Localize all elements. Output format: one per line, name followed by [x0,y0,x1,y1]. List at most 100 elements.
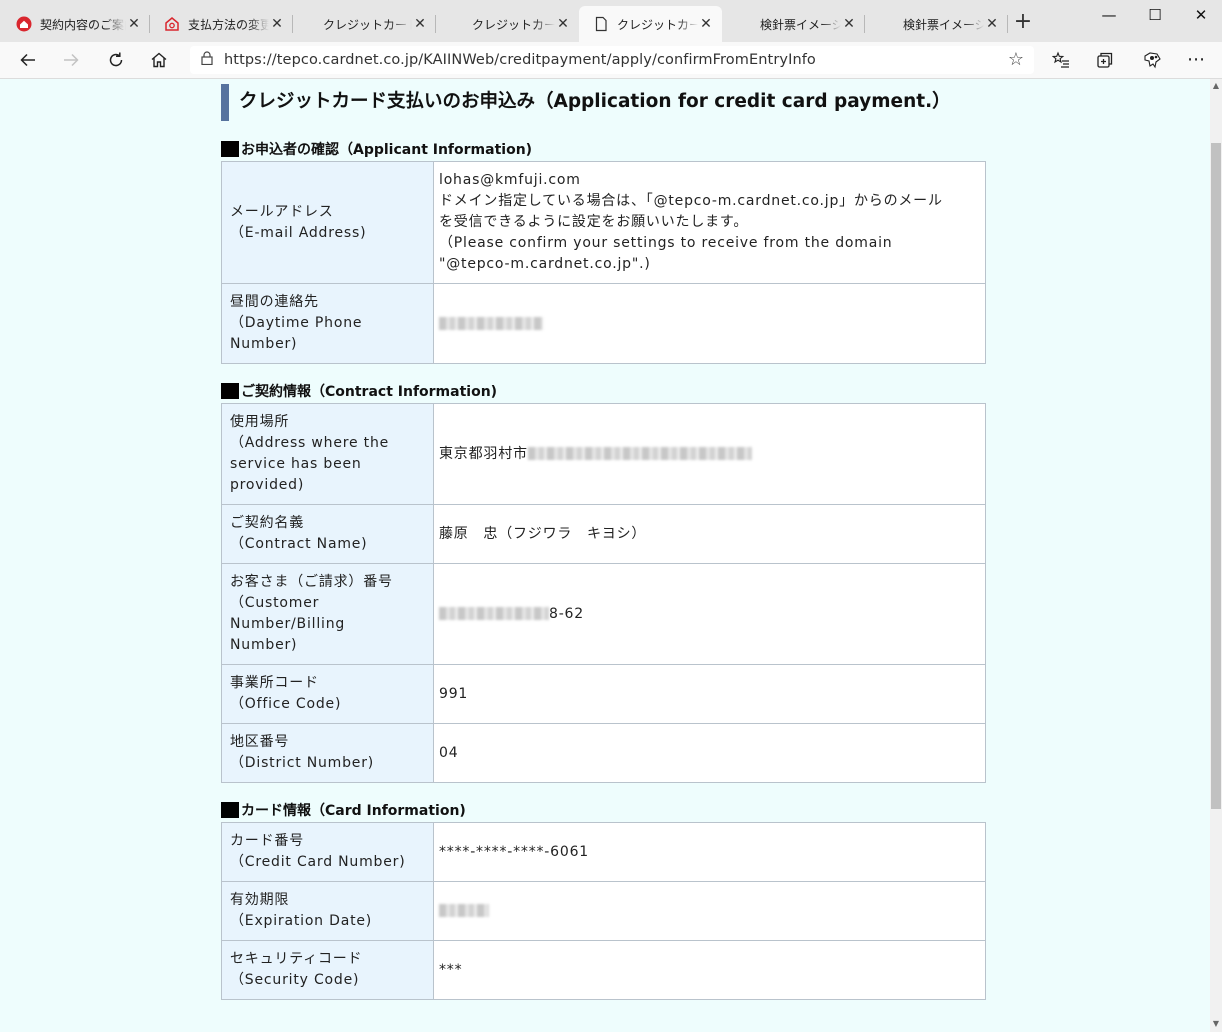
card-number-value: ****-****-****-6061 [433,822,986,882]
tab-strip: 契約内容のご案内 ✕ 支払方法の変更 ✕ クレジットカード支払い ✕ クレジット… [0,0,1222,42]
office-code-value: 991 [433,664,986,724]
window-close-icon[interactable]: ✕ [1178,0,1222,32]
tab-4-title: クレジットカード支払い [472,17,555,32]
card-number-label-en: （Credit Card Number) [230,854,406,870]
district-label-ja: 地区番号 [230,734,290,750]
office-label-ja: 事業所コード [230,675,319,691]
collections-icon[interactable] [1090,45,1120,75]
customer-number-label: お客さま（ご請求）番号 （Customer Number/Billing Num… [221,563,434,665]
tab-1-title: 契約内容のご案内 [40,17,126,32]
new-tab-button[interactable]: + [1010,10,1036,36]
address-toolbar: https://tepco.cardnet.co.jp/KAIINWeb/cre… [0,42,1222,79]
email-note-en-2: "@tepco-m.cardnet.co.jp".) [439,256,651,272]
table-row-district-number: 地区番号 （District Number) 04 [221,723,986,783]
expiry-label-ja: 有効期限 [230,892,290,908]
table-row-card-number: カード番号 （Credit Card Number) ****-****-***… [221,822,986,882]
page-icon [595,16,607,32]
tab-3[interactable]: クレジットカード支払い ✕ [293,6,436,42]
office-label-en: （Office Code) [230,696,342,712]
tepco-home-icon [16,16,32,32]
contract-name-label-ja: ご契約名義 [230,515,304,531]
tab-1[interactable]: 契約内容のご案内 ✕ [2,6,150,42]
security-code-label: セキュリティコード （Security Code) [221,940,434,1000]
section-card-title-text: カード情報（Card Information) [241,803,466,819]
section-contract-title: ご契約情報（Contract Information) [221,381,497,401]
tab-4-close-icon[interactable]: ✕ [555,16,571,32]
section-square-icon [221,802,239,818]
customer-label-en-3: Number) [230,637,298,653]
card-number-label-ja: カード番号 [230,833,304,849]
expiration-value-cell [433,881,986,941]
maximize-icon[interactable]: ☐ [1132,0,1178,32]
section-square-icon [221,383,239,399]
tab-7[interactable]: 検針票イメージ ✕ [865,6,1008,42]
email-note-en-1: （Please confirm your settings to receive… [439,235,893,251]
address-redacted [527,447,752,460]
scrollbar-thumb[interactable] [1211,143,1221,809]
customer-number-value-cell: 8-62 [433,563,986,665]
home-icon[interactable] [144,45,174,75]
lock-icon[interactable] [190,51,224,69]
tab-4[interactable]: クレジットカード支払い ✕ [436,6,579,42]
tab-3-close-icon[interactable]: ✕ [412,16,428,32]
customer-label-en-2: Number/Billing [230,616,346,632]
expiration-label: 有効期限 （Expiration Date) [221,881,434,941]
email-value-cell: lohas@kmfuji.com ドメイン指定している場合は、「@tepco-m… [433,161,986,284]
table-row-email: メールアドレス （E-mail Address) lohas@kmfuji.co… [221,161,986,284]
page-title: クレジットカード支払いのお申込み（Application for credit … [221,84,951,121]
address-label-ja: 使用場所 [230,414,290,430]
address-label: 使用場所 （Address where the service has been… [221,403,434,505]
email-label: メールアドレス （E-mail Address) [221,161,434,284]
district-number-label: 地区番号 （District Number) [221,723,434,783]
tab-2[interactable]: 支払方法の変更 ✕ [150,6,293,42]
contract-name-label: ご契約名義 （Contract Name) [221,504,434,564]
tab-5-active[interactable]: クレジットカード支払い ✕ [579,6,722,42]
tab-3-title: クレジットカード支払い [323,17,412,32]
address-label-en-2: service has been [230,456,362,472]
email-note-ja-1: ドメイン指定している場合は、「@tepco-m.cardnet.co.jp」から… [439,193,943,209]
table-row-phone: 昼間の連絡先 （Daytime Phone Number) [221,283,986,364]
email-value: lohas@kmfuji.com [439,172,581,188]
phone-label-en-1: （Daytime Phone [230,315,363,331]
refresh-icon[interactable] [101,45,131,75]
tab-6-title: 検針票イメージ [760,17,841,32]
section-applicant-title-text: お申込者の確認（Applicant Information) [241,142,533,158]
address-value-cell: 東京都羽村市 [433,403,986,505]
section-applicant-title: お申込者の確認（Applicant Information) [221,139,532,159]
customer-label-ja: お客さま（ご請求）番号 [230,574,393,590]
tab-6[interactable]: 検針票イメージ ✕ [722,6,865,42]
tab-7-close-icon[interactable]: ✕ [984,16,1000,32]
more-menu-icon[interactable]: ⋯ [1181,45,1211,75]
address-label-en-1: （Address where the [230,435,390,451]
security-label-ja: セキュリティコード [230,951,363,967]
customer-number-redacted [439,607,549,620]
favorites-icon[interactable] [1046,45,1076,75]
table-row-office-code: 事業所コード （Office Code) 991 [221,664,986,724]
card-table: カード番号 （Credit Card Number) ****-****-***… [221,822,986,1000]
tab-2-close-icon[interactable]: ✕ [269,16,285,32]
expiration-redacted [439,904,489,917]
section-square-icon [221,141,239,157]
applicant-table: メールアドレス （E-mail Address) lohas@kmfuji.co… [221,161,986,364]
profile-avatar-icon[interactable] [1137,45,1167,75]
minimize-icon[interactable]: — [1086,0,1132,32]
favorite-star-icon[interactable]: ☆ [1008,49,1024,70]
scroll-up-icon[interactable]: ▲ [1211,80,1221,92]
address-value: 東京都羽村市 [439,445,528,462]
address-bar[interactable]: https://tepco.cardnet.co.jp/KAIINWeb/cre… [190,46,1034,74]
security-code-value: *** [433,940,986,1000]
tab-1-close-icon[interactable]: ✕ [126,16,142,32]
tepco-house-icon [165,17,179,31]
back-icon[interactable] [13,45,43,75]
tab-5-close-icon[interactable]: ✕ [698,16,714,32]
forward-icon[interactable] [56,45,86,75]
table-row-contract-name: ご契約名義 （Contract Name) 藤原 忠（フジワラ キヨシ） [221,504,986,564]
phone-label-ja: 昼間の連絡先 [230,294,319,310]
contract-name-label-en: （Contract Name) [230,536,368,552]
tab-5-title: クレジットカード支払い [617,17,698,32]
tab-6-close-icon[interactable]: ✕ [841,16,857,32]
table-row-customer-number: お客さま（ご請求）番号 （Customer Number/Billing Num… [221,563,986,665]
table-row-address: 使用場所 （Address where the service has been… [221,403,986,505]
scroll-down-icon[interactable]: ▼ [1211,1018,1221,1030]
address-label-en-3: provided) [230,477,305,493]
